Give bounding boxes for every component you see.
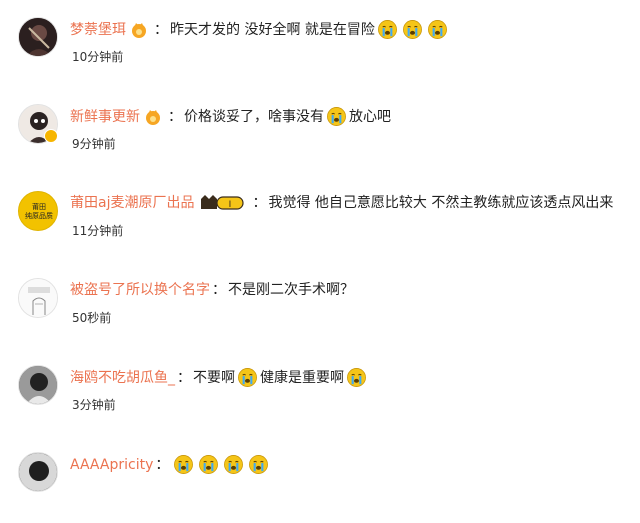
crying-emoji-icon: [235, 367, 260, 388]
timestamp: 11分钟前: [72, 224, 124, 238]
crying-emoji-icon: [425, 19, 450, 40]
avatar[interactable]: 莆田 纯原品质: [18, 191, 58, 231]
verified-badge-icon: [44, 129, 58, 143]
username[interactable]: 被盗号了所以换个名字: [70, 280, 210, 300]
avatar[interactable]: [18, 17, 58, 57]
comment-text: 价格谈妥了，啥事没有: [184, 108, 324, 125]
timestamp: 9分钟前: [72, 137, 116, 151]
colon: ：: [212, 282, 226, 298]
vip-level-text: I: [229, 200, 232, 210]
vip-level-badge-icon: I: [201, 195, 245, 210]
comment-item: AAAApricity ：: [0, 435, 640, 523]
username[interactable]: 梦萘堡珥: [70, 20, 126, 40]
colon: ：: [177, 369, 191, 386]
comment-item: 被盗号了所以换个名字 ： 不是刚二次手术啊？ 50秒前: [0, 261, 640, 349]
crying-emoji-icon: [196, 454, 221, 475]
username[interactable]: 海鸥不吃胡瓜鱼_: [70, 368, 175, 388]
comment-text: 不是刚二次手术啊？: [228, 282, 354, 298]
comment-text: 不要啊: [193, 369, 235, 386]
colon: ：: [155, 456, 170, 473]
comment-item: 海鸥不吃胡瓜鱼_ ： 不要啊 健康是重要啊 3分钟前: [0, 348, 640, 436]
colon: ：: [168, 108, 182, 125]
avatar[interactable]: [18, 278, 58, 318]
username[interactable]: 莆田aj麦潮原厂出品: [70, 193, 194, 213]
comment-item: 莆田 纯原品质 莆田aj麦潮原厂出品 I ： 我觉得 他自己意愿比较大 不然主教…: [0, 174, 640, 262]
crown-icon: [132, 22, 146, 38]
avatar-text: 莆田: [32, 203, 46, 211]
timestamp: 50秒前: [72, 311, 112, 325]
crown-icon: [146, 109, 160, 125]
crying-emoji-icon: [400, 19, 425, 40]
username[interactable]: 新鲜事更新: [70, 107, 140, 127]
colon: ：: [154, 21, 168, 38]
comment-text: 放心吧: [349, 108, 391, 125]
comment-text: 昨天才发的 没好全啊 就是在冒险: [170, 21, 375, 38]
comment-item: 新鲜事更新 ： 价格谈妥了，啥事没有 放心吧 9分钟前: [0, 87, 640, 175]
comment-item: 梦萘堡珥 ： 昨天才发的 没好全啊 就是在冒险 10分钟前: [0, 0, 640, 88]
timestamp: 10分钟前: [72, 50, 124, 64]
username[interactable]: AAAApricity: [70, 455, 153, 475]
comment-text: 健康是重要啊: [260, 369, 344, 386]
crying-emoji-icon: [221, 454, 246, 475]
crying-emoji-icon: [324, 106, 349, 127]
timestamp: 3分钟前: [72, 398, 116, 412]
crying-emoji-icon: [171, 454, 196, 475]
crying-emoji-icon: [344, 367, 369, 388]
avatar[interactable]: [18, 452, 58, 492]
crying-emoji-icon: [375, 19, 400, 40]
avatar[interactable]: [18, 365, 58, 405]
colon: ：: [252, 195, 267, 211]
comment-text: 我觉得 他自己意愿比较大 不然主教练就应该透点风出来: [268, 195, 614, 211]
crying-emoji-icon: [246, 454, 271, 475]
avatar-text: 纯原品质: [25, 212, 53, 220]
